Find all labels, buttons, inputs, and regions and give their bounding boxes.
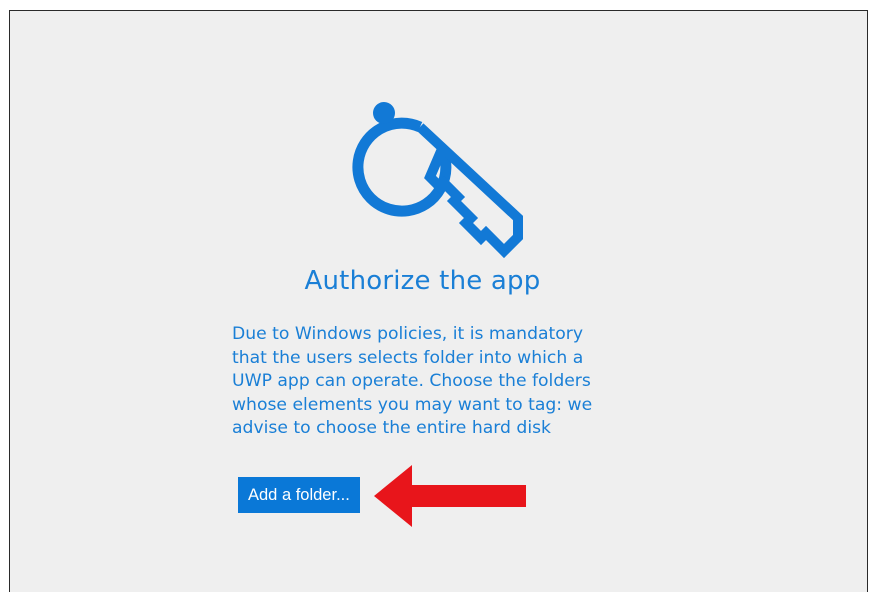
description-line: that the users selects folder into which… — [232, 347, 584, 368]
description-line: UWP app can operate. Choose the folders — [232, 371, 591, 391]
key-icon — [352, 102, 523, 259]
description-line: whose elements you may want to tag: we — [232, 394, 593, 415]
description-line: advise to choose the entire hard disk — [232, 418, 552, 438]
red-arrow-annotation — [374, 465, 526, 527]
page-title: Authorize the app — [304, 266, 541, 296]
add-folder-button[interactable]: Add a folder... — [238, 477, 360, 513]
app-window: Authorize the app Due to Windows policie… — [9, 10, 868, 592]
description-line: Due to Windows policies, it is mandatory — [232, 324, 584, 344]
description-text: Due to Windows policies, it is mandatory… — [232, 323, 632, 441]
